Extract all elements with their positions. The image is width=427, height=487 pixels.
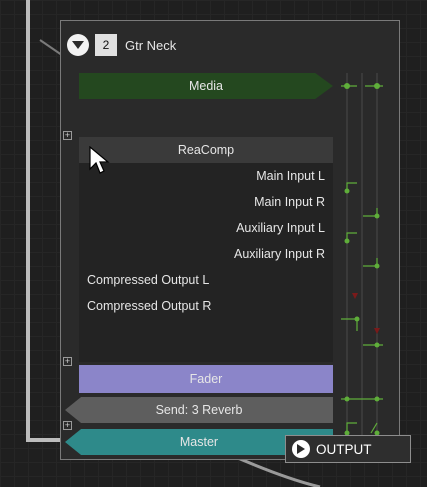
output-icon bbox=[292, 440, 310, 458]
plugin-input-pin[interactable]: Main Input R bbox=[254, 189, 325, 215]
track-routing-panel: 2 Gtr Neck Media + ReaComp Main Input L … bbox=[60, 20, 411, 463]
plugin-output-pin[interactable]: Compressed Output L bbox=[87, 267, 209, 293]
plugin-input-pin[interactable]: Main Input L bbox=[256, 163, 325, 189]
output-button[interactable]: OUTPUT bbox=[285, 435, 411, 463]
track-name: Gtr Neck bbox=[125, 37, 177, 53]
track-header: 2 Gtr Neck bbox=[67, 33, 176, 57]
expand-plus-icon[interactable]: + bbox=[63, 131, 72, 140]
plugin-reacomp-panel: ReaComp Main Input L Main Input R Auxili… bbox=[79, 137, 333, 362]
expand-plus-icon[interactable]: + bbox=[63, 421, 72, 430]
mouse-cursor-icon bbox=[89, 146, 110, 174]
media-item-bar[interactable]: Media bbox=[79, 73, 333, 99]
output-button-label: OUTPUT bbox=[316, 441, 372, 457]
collapse-icon bbox=[72, 41, 84, 49]
pin-connector-matrix[interactable] bbox=[337, 73, 387, 453]
track-number: 2 bbox=[95, 34, 117, 56]
send-bar[interactable]: Send: 3 Reverb bbox=[65, 397, 333, 423]
collapse-button[interactable] bbox=[67, 34, 89, 56]
plugin-output-pin[interactable]: Compressed Output R bbox=[87, 293, 211, 319]
plugin-input-pin[interactable]: Auxiliary Input R bbox=[234, 241, 325, 267]
expand-plus-icon[interactable]: + bbox=[63, 357, 72, 366]
fader-bar[interactable]: Fader bbox=[79, 365, 333, 393]
plugin-input-pin[interactable]: Auxiliary Input L bbox=[236, 215, 325, 241]
routing-wire-bottom bbox=[26, 438, 62, 442]
plugin-title[interactable]: ReaComp bbox=[79, 137, 333, 163]
routing-wire-left bbox=[26, 0, 30, 442]
